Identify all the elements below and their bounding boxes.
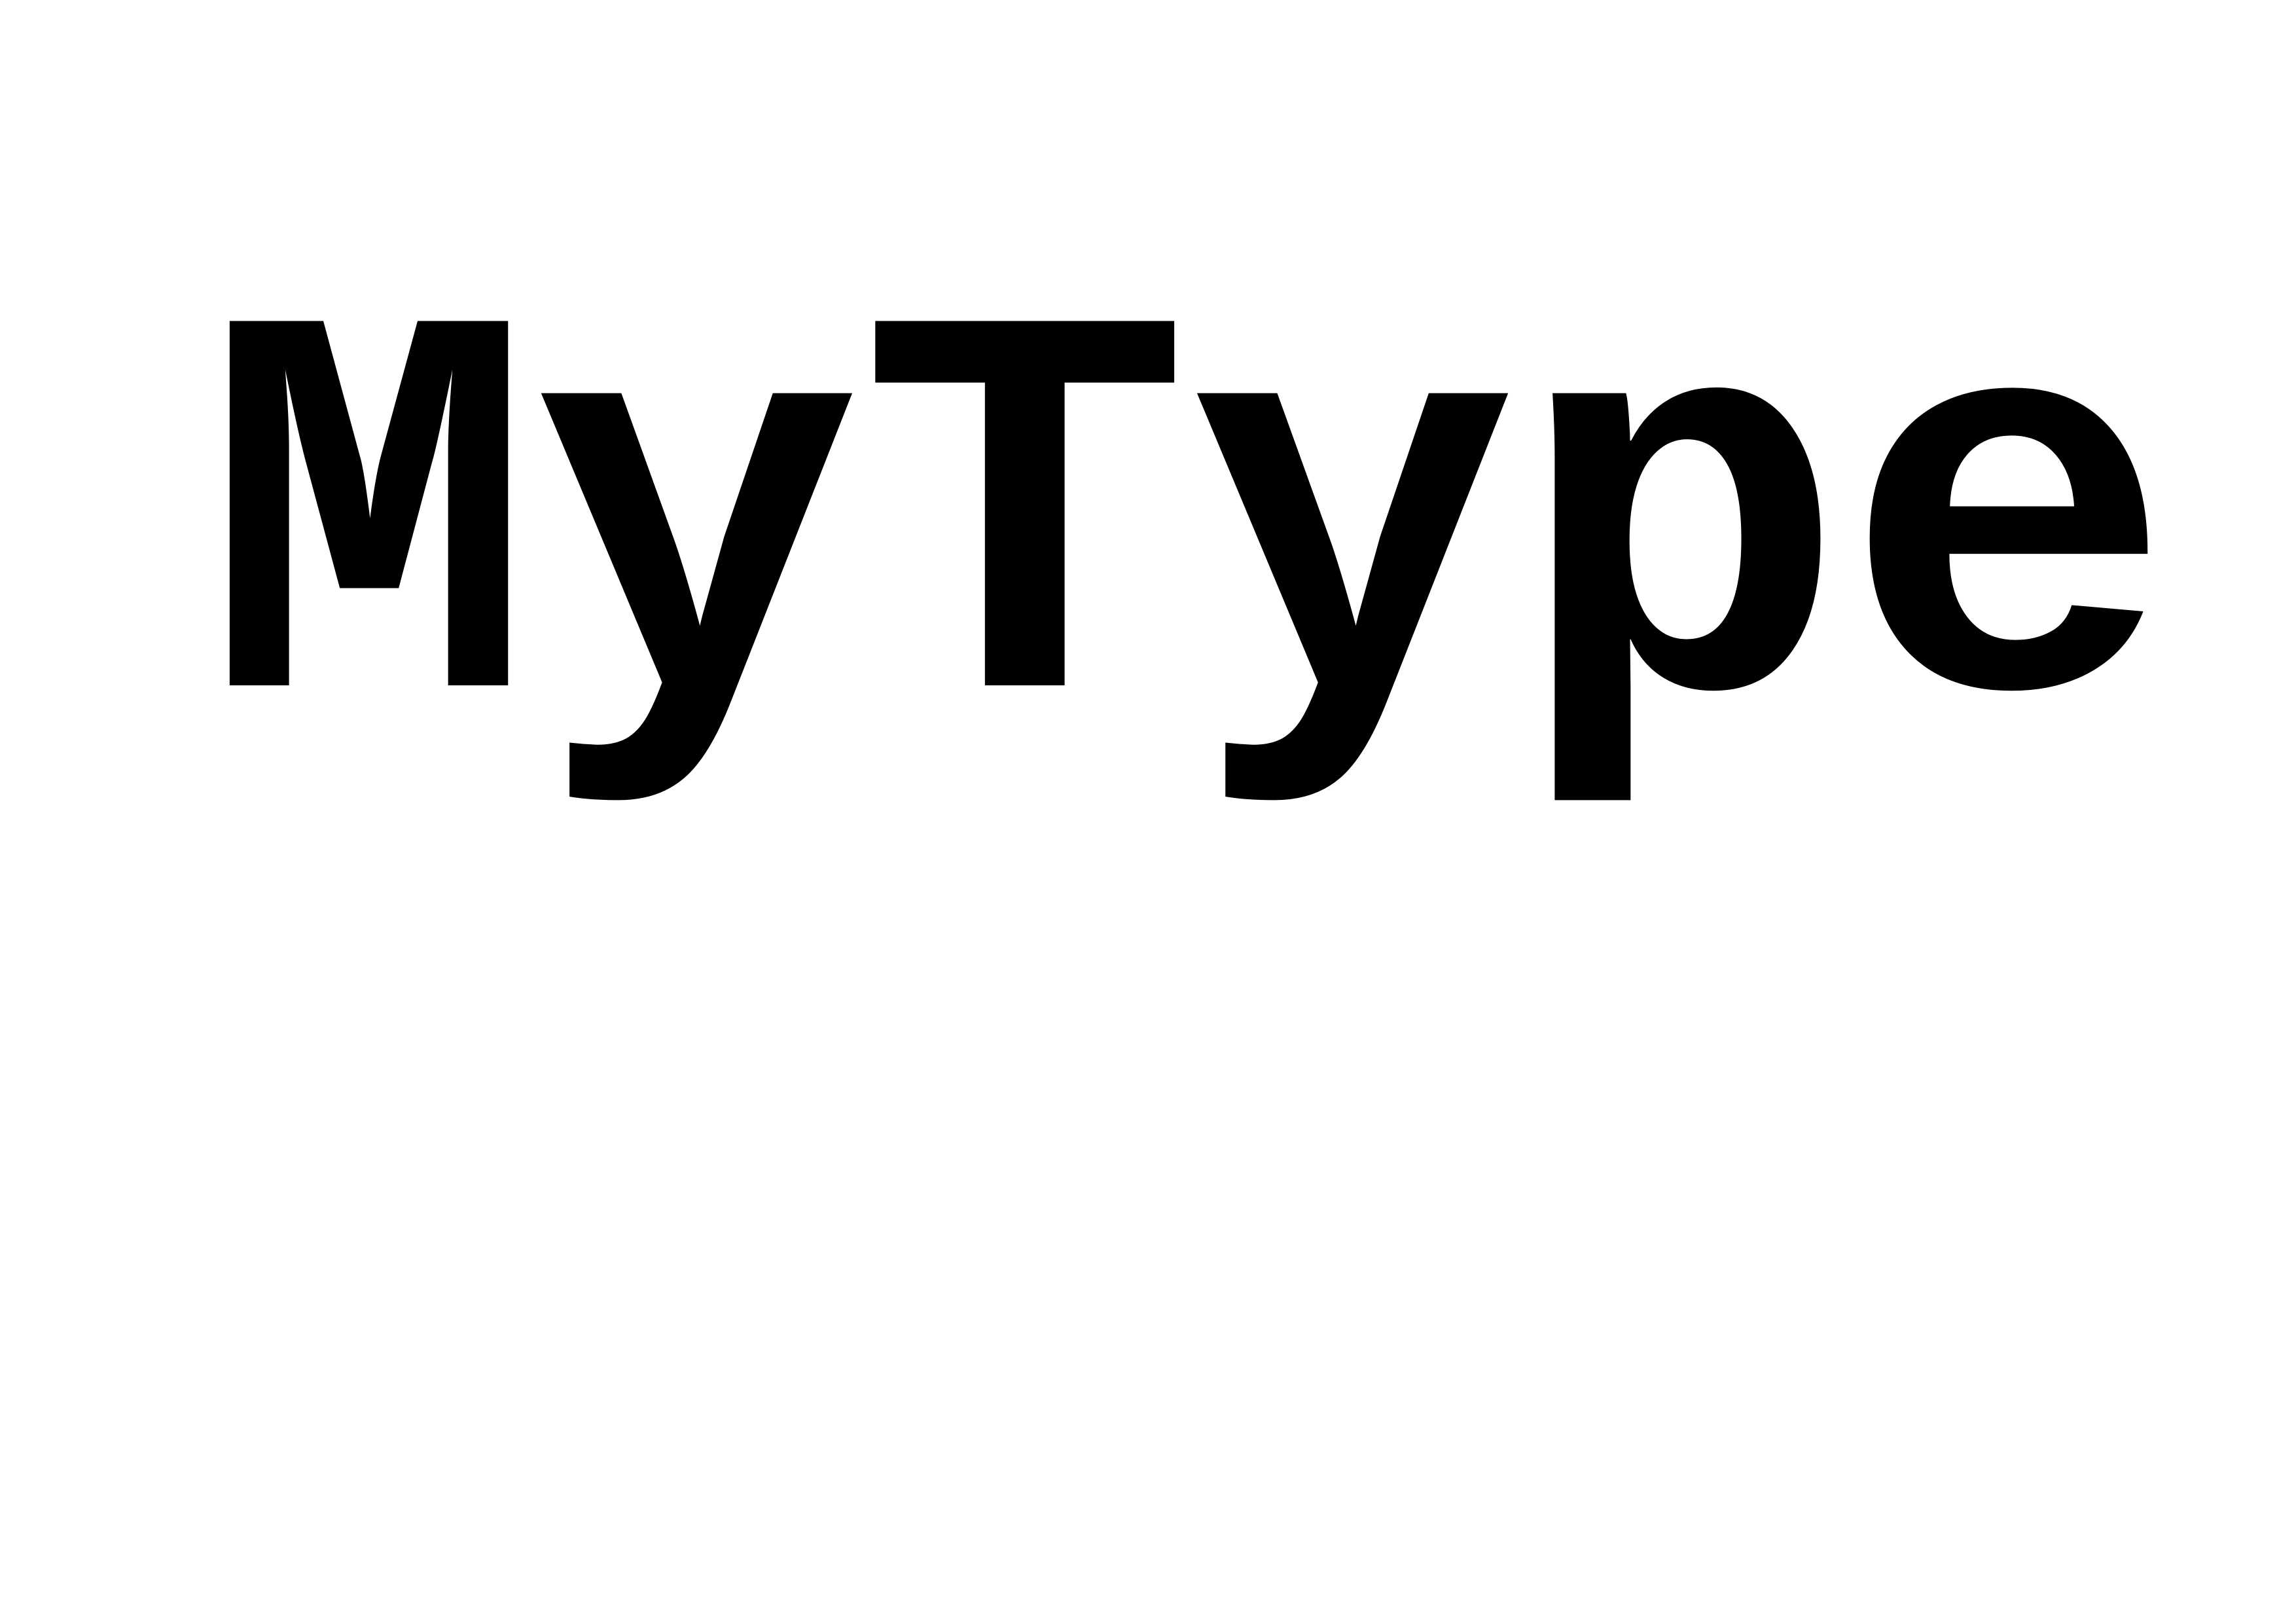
wordmark-text: MyType — [203, 225, 2174, 852]
page-canvas: MyType — [0, 0, 2296, 1624]
